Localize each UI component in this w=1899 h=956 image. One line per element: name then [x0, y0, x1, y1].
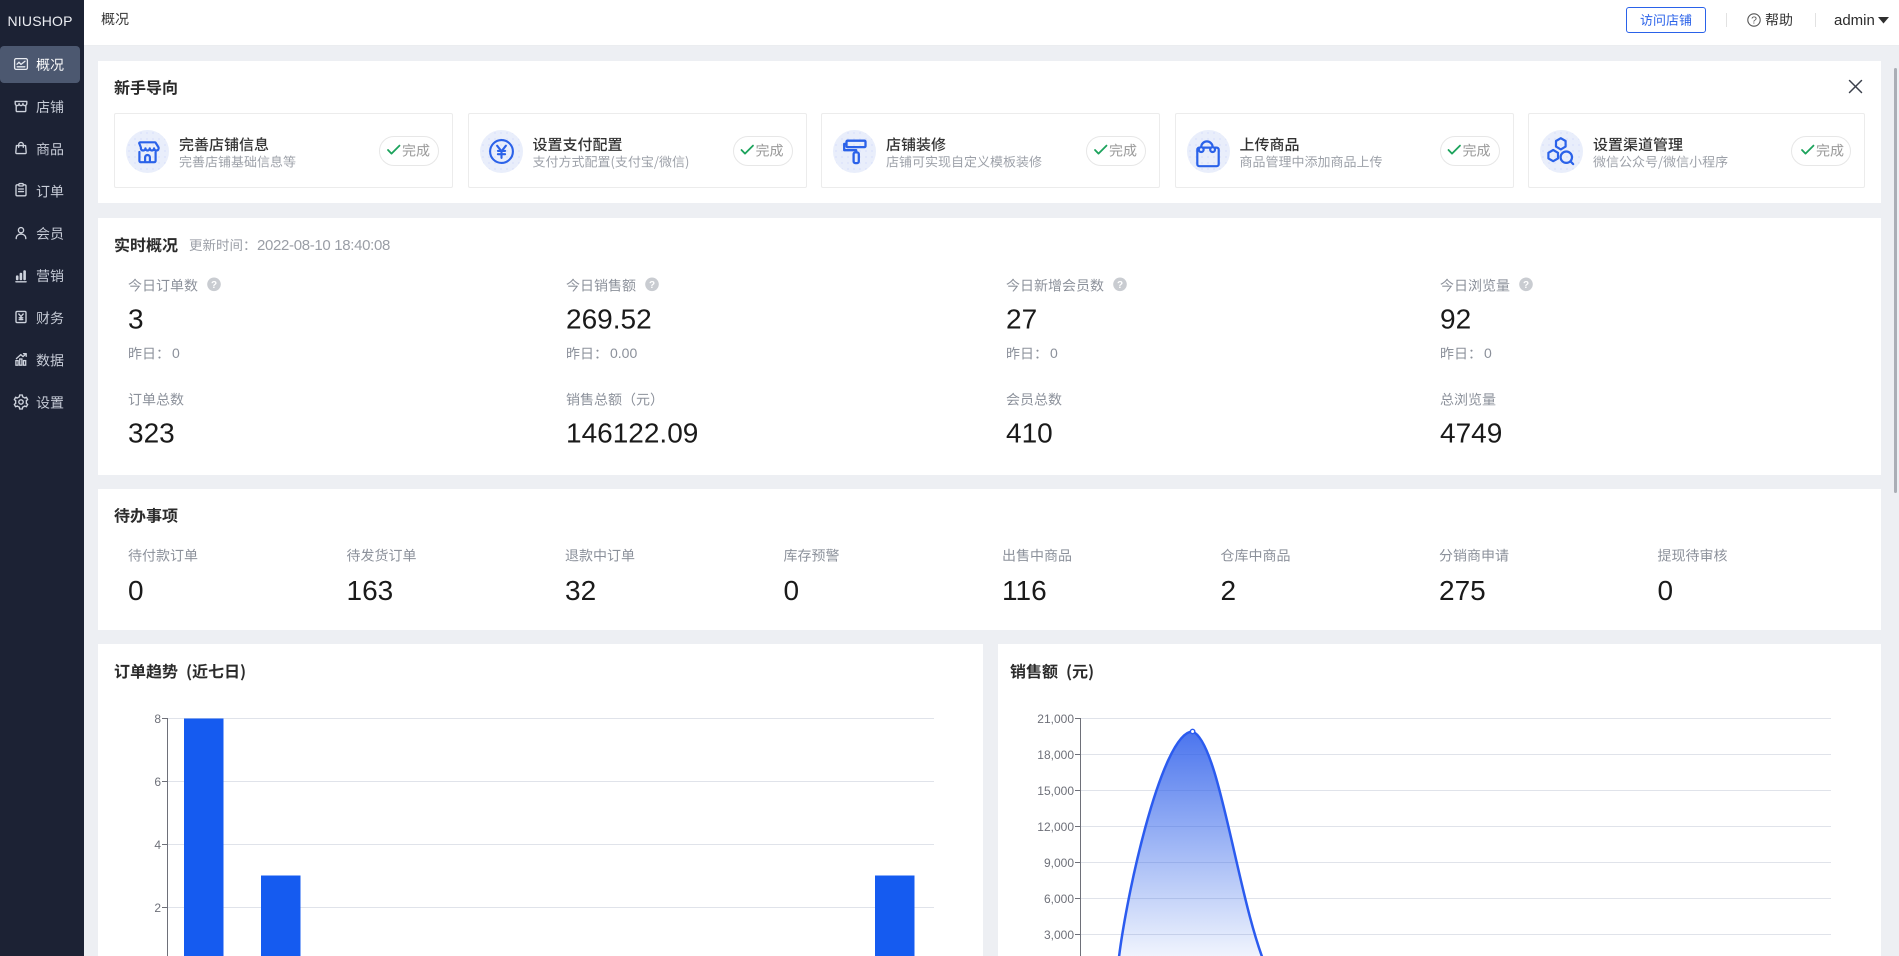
svg-text:116: 116: [1002, 575, 1047, 606]
svg-text:410: 410: [1006, 417, 1053, 448]
svg-text:?: ?: [1523, 280, 1529, 291]
svg-text:163: 163: [347, 575, 394, 606]
svg-text:4749: 4749: [1440, 417, 1502, 448]
svg-text:0: 0: [1484, 345, 1492, 361]
svg-text:9,000: 9,000: [1044, 856, 1074, 870]
svg-text:?: ?: [1751, 15, 1757, 27]
svg-text:15,000: 15,000: [1037, 784, 1074, 798]
svg-text:0: 0: [172, 345, 180, 361]
svg-text:NIUSHOP: NIUSHOP: [8, 13, 73, 29]
svg-text:92: 92: [1440, 303, 1471, 334]
svg-text:0.00: 0.00: [610, 345, 637, 361]
svg-text:323: 323: [128, 417, 175, 448]
svg-text:0: 0: [128, 575, 144, 606]
svg-text:18,000: 18,000: [1037, 748, 1074, 762]
svg-text:?: ?: [211, 280, 217, 291]
svg-text:8: 8: [154, 712, 161, 726]
svg-text:admin: admin: [1834, 12, 1875, 29]
svg-text:0: 0: [1050, 345, 1058, 361]
svg-text:?: ?: [1117, 280, 1123, 291]
svg-text:27: 27: [1006, 303, 1037, 334]
svg-text:2: 2: [1221, 575, 1237, 606]
svg-text:3,000: 3,000: [1044, 928, 1074, 942]
svg-text:0: 0: [784, 575, 800, 606]
svg-text:32: 32: [565, 575, 596, 606]
svg-text:269.52: 269.52: [566, 303, 652, 334]
svg-text:6: 6: [154, 775, 161, 789]
svg-text:146122.09: 146122.09: [566, 417, 698, 448]
svg-text:3: 3: [128, 303, 144, 334]
svg-text:12,000: 12,000: [1037, 820, 1074, 834]
svg-text:6,000: 6,000: [1044, 892, 1074, 906]
svg-text:0: 0: [1658, 575, 1674, 606]
svg-text:2022-08-10 18:40:08: 2022-08-10 18:40:08: [257, 237, 390, 254]
svg-text:21,000: 21,000: [1037, 712, 1074, 726]
svg-text:2: 2: [154, 901, 161, 915]
svg-text:275: 275: [1439, 575, 1486, 606]
svg-text:?: ?: [649, 280, 655, 291]
svg-text:4: 4: [154, 838, 161, 852]
